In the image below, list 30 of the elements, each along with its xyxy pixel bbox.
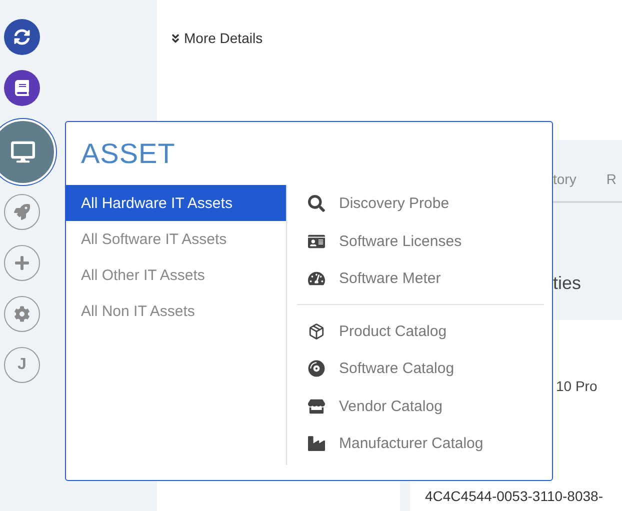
section-heading: ties	[553, 273, 582, 293]
menu-link[interactable]: Manufacturer Catalog	[297, 425, 544, 462]
plus-icon[interactable]	[4, 245, 40, 281]
category-item[interactable]: All Non IT Assets	[66, 293, 286, 329]
tab[interactable]: tory	[553, 171, 576, 187]
category-item[interactable]: All Other IT Assets	[66, 257, 286, 293]
more-details-link[interactable]: More Details	[170, 30, 263, 46]
gauge-icon	[305, 270, 327, 288]
settings-icon[interactable]	[4, 296, 40, 332]
category-item[interactable]: All Hardware IT Assets	[66, 185, 286, 221]
tab[interactable]: R	[606, 171, 616, 187]
sync-icon[interactable]	[4, 19, 40, 55]
menu-link[interactable]: Software Meter	[297, 260, 544, 298]
menu-link[interactable]: Software Licenses	[297, 222, 544, 260]
user-avatar[interactable]: J	[4, 347, 40, 383]
menu-link[interactable]: Product Catalog	[297, 312, 544, 350]
book-icon[interactable]	[4, 70, 40, 106]
store-icon	[305, 398, 327, 415]
menu-title: ASSET	[81, 138, 176, 170]
menu-link[interactable]: Vendor Catalog	[297, 388, 544, 425]
menu-link[interactable]: Discovery Probe	[297, 185, 544, 222]
magnifier-icon	[305, 195, 327, 212]
rocket-icon[interactable]	[4, 194, 40, 230]
id-value: 4C4C4544-0053-3110-8038-	[425, 488, 604, 504]
factory-icon	[305, 435, 327, 452]
id-card-icon	[305, 232, 327, 250]
field-value: 10 Pro	[556, 378, 598, 394]
menu-link[interactable]: Software Catalog	[297, 350, 544, 388]
double-chevron-icon	[170, 32, 181, 44]
category-item[interactable]: All Software IT Assets	[66, 221, 286, 257]
